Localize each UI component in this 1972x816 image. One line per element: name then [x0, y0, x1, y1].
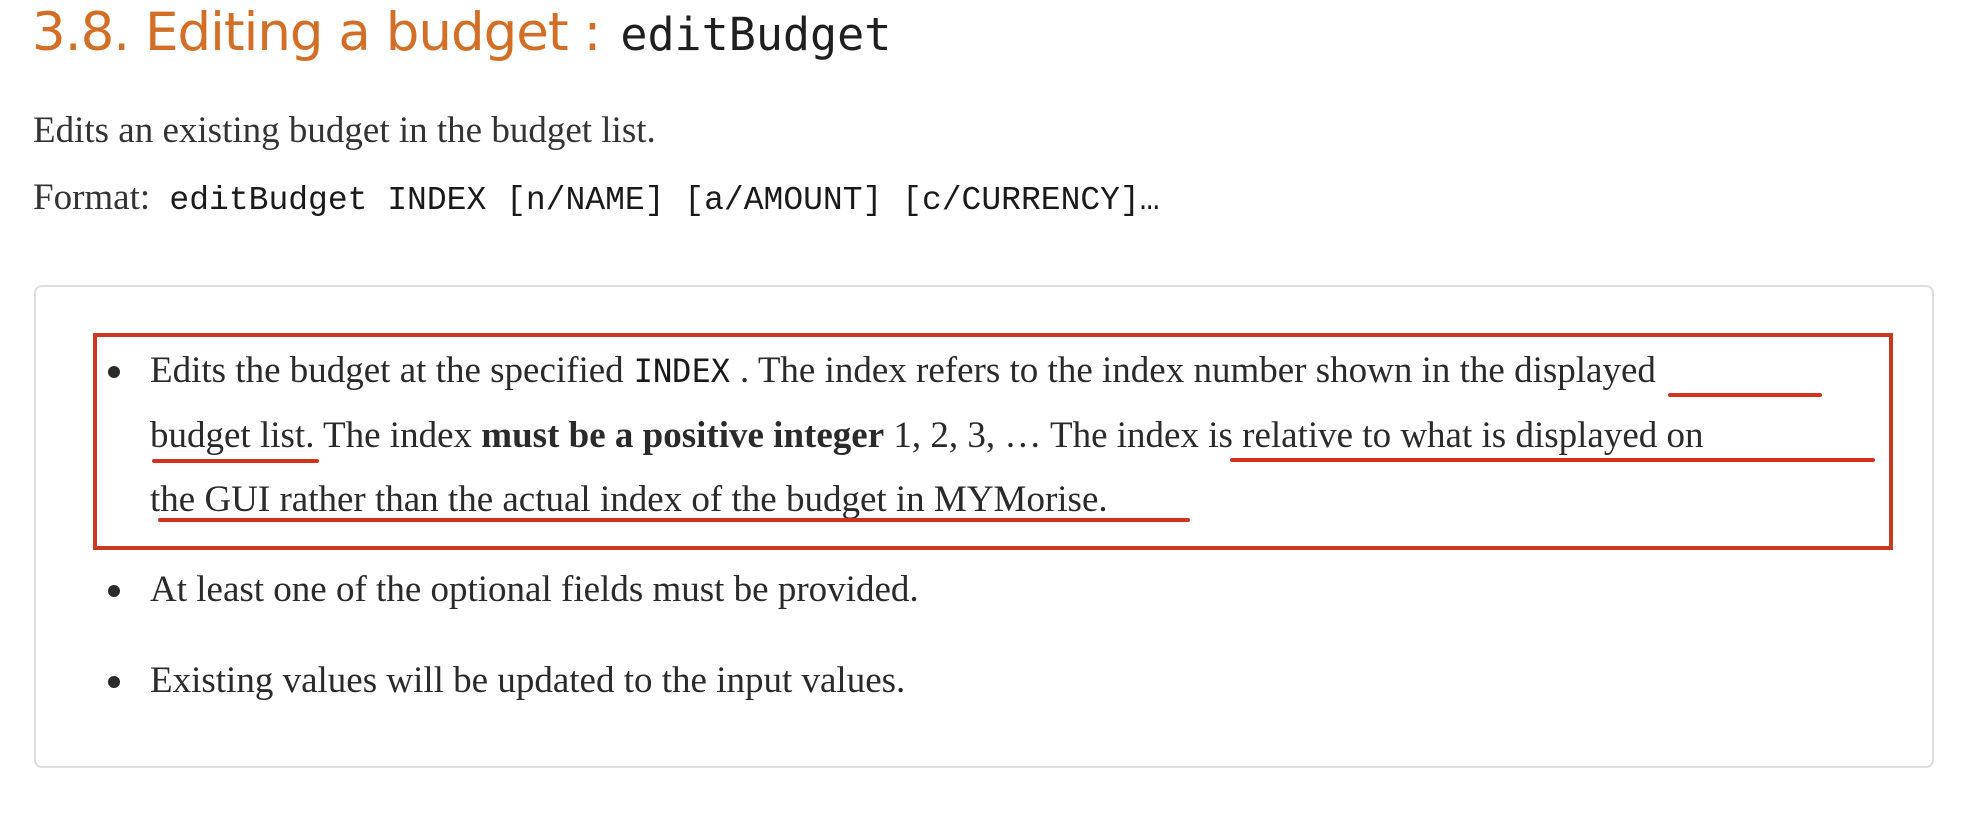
format-label: Format:: [33, 177, 151, 218]
list-text: Edits the budget at the specified: [150, 350, 624, 391]
list-text: . The index: [305, 415, 473, 456]
annotation-underline: [152, 459, 319, 463]
annotation-underline: [1668, 393, 1822, 397]
index-code: INDEX: [633, 352, 730, 390]
list-text: . The index refers to the index number s…: [740, 350, 1505, 391]
heading-title: 3.8. Editing a budget :: [32, 2, 601, 63]
underlined-text-budget-list: budget list: [150, 415, 306, 456]
bullet-dot-icon: [108, 676, 120, 688]
list-item-index-line-3: the GUI rather than the actual index of …: [150, 468, 1108, 532]
list-item-existing-values: Existing values will be updated to the i…: [150, 660, 906, 701]
list-text: The: [1049, 415, 1108, 456]
format-command: editBudget INDEX [n/NAME] [a/AMOUNT] [c/…: [169, 182, 1160, 219]
command-format: Format: editBudget INDEX [n/NAME] [a/AMO…: [33, 174, 1160, 225]
annotation-underline: [158, 518, 1190, 522]
command-description: Edits an existing budget in the budget l…: [33, 110, 656, 151]
underlined-text-relative: index is relative to what is displayed o…: [1116, 415, 1704, 456]
doc-page: 3.8. Editing a budget : editBudget Edits…: [0, 0, 1972, 816]
list-text: .: [1098, 479, 1108, 520]
underlined-text-gui: the GUI rather than the actual index of …: [150, 479, 1099, 520]
bullet-dot-icon: [108, 366, 120, 378]
heading-command-code: editBudget: [620, 8, 892, 61]
bullet-dot-icon: [108, 585, 120, 597]
section-heading: 3.8. Editing a budget : editBudget: [32, 0, 891, 66]
list-item-index-line-1: Edits the budget at the specified INDEX . …: [150, 339, 1656, 403]
annotation-underline: [1230, 458, 1875, 462]
underlined-text-displayed: displayed: [1514, 350, 1656, 391]
index-examples: 1, 2, 3, …: [893, 415, 1042, 456]
bold-text: must be a positive integer: [481, 415, 885, 456]
list-item-optional-fields: At least one of the optional fields must…: [150, 569, 919, 610]
